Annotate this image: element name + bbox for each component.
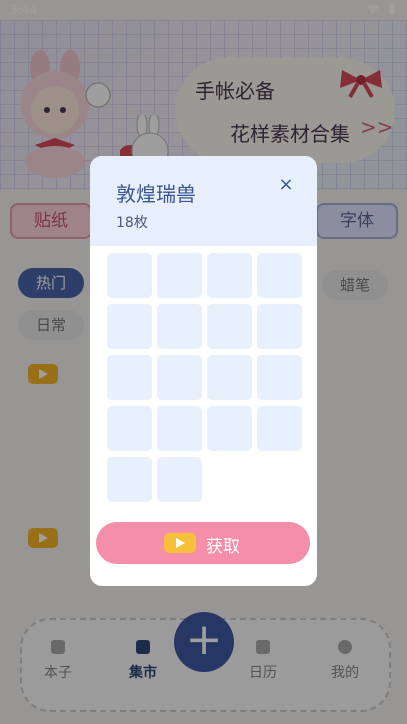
sticker-cell[interactable] <box>157 406 202 451</box>
sticker-cell[interactable] <box>257 355 302 400</box>
sticker-cell[interactable] <box>157 457 202 502</box>
sticker-cell[interactable] <box>207 355 252 400</box>
sticker-count: 18枚 <box>116 215 148 231</box>
sticker-cell[interactable] <box>107 253 152 298</box>
sticker-cell[interactable] <box>157 304 202 349</box>
sticker-cell[interactable] <box>207 406 252 451</box>
sticker-cell[interactable] <box>257 406 302 451</box>
sticker-pack-dialog: 敦煌瑞兽 18枚 × 获取 <box>90 156 317 586</box>
sticker-cell[interactable] <box>157 253 202 298</box>
sticker-cell[interactable] <box>207 304 252 349</box>
sticker-cell[interactable] <box>107 355 152 400</box>
video-ad-icon <box>164 533 196 553</box>
close-icon[interactable]: × <box>276 174 296 195</box>
sticker-cell[interactable] <box>107 457 152 502</box>
sticker-cell[interactable] <box>107 406 152 451</box>
sticker-cell[interactable] <box>107 304 152 349</box>
sticker-cell[interactable] <box>207 253 252 298</box>
sticker-cell[interactable] <box>157 355 202 400</box>
sticker-cell[interactable] <box>257 253 302 298</box>
get-button-label: 获取 <box>206 537 240 557</box>
dialog-title: 敦煌瑞兽 <box>116 182 196 206</box>
sticker-cell[interactable] <box>257 304 302 349</box>
get-button[interactable]: 获取 <box>96 522 310 564</box>
